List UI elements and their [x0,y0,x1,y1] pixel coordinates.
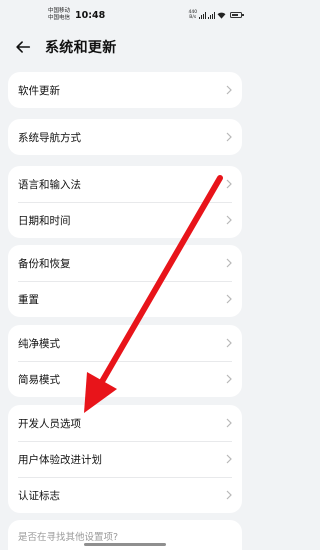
settings-item-system-navigation[interactable]: 系统导航方式 [8,119,242,155]
settings-item-language-input[interactable]: 语言和输入法 [8,166,242,202]
settings-item-label: 用户体验改进计划 [18,453,102,466]
settings-item-label: 重置 [18,293,39,306]
settings-item-user-experience[interactable]: 用户体验改进计划 [8,441,242,477]
settings-item-label: 纯净模式 [18,337,60,350]
signal-icon-2 [208,11,215,19]
chevron-right-icon [226,258,232,268]
settings-item-label: 开发人员选项 [18,417,81,430]
signal-icon-1 [199,11,207,19]
chevron-right-icon [226,294,232,304]
home-indicator[interactable] [84,543,166,546]
chevron-right-icon [226,179,232,189]
settings-item-label: 日期和时间 [18,214,71,227]
chevron-right-icon [226,338,232,348]
battery-icon [230,12,244,18]
carrier-names: 中国移动 中国电信 [48,8,70,22]
settings-item-label: 系统导航方式 [18,131,81,144]
settings-item-label: 语言和输入法 [18,178,81,191]
carrier-2: 中国电信 [48,15,71,21]
settings-item-simple-mode[interactable]: 简易模式 [8,361,242,397]
chevron-right-icon [226,454,232,464]
settings-item-date-time[interactable]: 日期和时间 [8,202,242,238]
settings-item-pure-mode[interactable]: 纯净模式 [8,325,242,361]
chevron-right-icon [226,85,232,95]
status-bar: 中国移动 中国电信 10:48 440 B/s [0,0,250,30]
chevron-right-icon [226,374,232,384]
settings-group-language-time: 语言和输入法 日期和时间 [8,166,242,238]
settings-item-certification[interactable]: 认证标志 [8,477,242,513]
chevron-right-icon [226,132,232,142]
wifi-icon [217,12,226,19]
title-bar: 系统和更新 [0,30,250,64]
settings-group-modes: 纯净模式 简易模式 [8,325,242,397]
settings-item-label: 备份和恢复 [18,257,71,270]
chevron-right-icon [226,490,232,500]
settings-item-developer-options[interactable]: 开发人员选项 [8,405,242,441]
settings-item-reset[interactable]: 重置 [8,281,242,317]
settings-group-backup-reset: 备份和恢复 重置 [8,245,242,317]
settings-item-backup-restore[interactable]: 备份和恢复 [8,245,242,281]
settings-item-software-update[interactable]: 软件更新 [8,72,242,108]
network-speed-unit: B/s [189,15,197,20]
network-speed: 440 B/s [188,10,197,20]
chevron-right-icon [226,418,232,428]
status-icons: 440 B/s [188,10,244,20]
settings-item-label: 简易模式 [18,373,60,386]
back-arrow-icon[interactable] [14,38,32,56]
settings-group-developer: 开发人员选项 用户体验改进计划 认证标志 [8,405,242,513]
page-title: 系统和更新 [45,40,117,56]
status-time: 10:48 [75,9,106,21]
settings-group-update: 软件更新 [8,72,242,108]
more-settings-label: 是否在寻找其他设置项? [18,532,119,543]
chevron-right-icon [226,215,232,225]
settings-group-navigation: 系统导航方式 [8,119,242,155]
settings-item-label: 软件更新 [18,84,60,97]
settings-item-label: 认证标志 [18,489,60,502]
carrier-1: 中国移动 [48,8,71,14]
